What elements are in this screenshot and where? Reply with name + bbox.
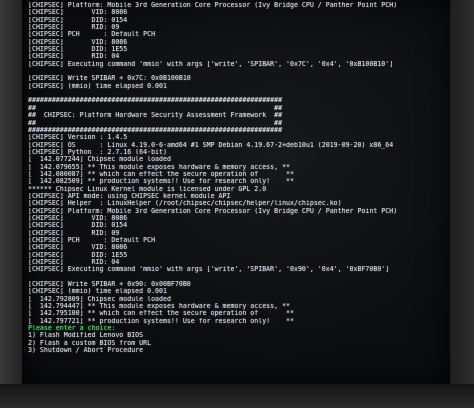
terminal-line: ## ## [28, 119, 283, 127]
terminal-line: [CHIPSEC] DID: 1E55 [28, 251, 128, 259]
terminal-line: [CHIPSEC] Platform: Mobile 3rd Generatio… [28, 207, 398, 215]
terminal-line: [ 142.792809] Chipsec module loaded [28, 295, 171, 303]
terminal-line: [CHIPSEC] (mmio) time elapsed 0.001 [28, 288, 167, 296]
terminal-line: [CHIPSEC] Executing command 'mmio' with … [28, 266, 390, 274]
terminal-line: [CHIPSEC] DID: 0154 [28, 16, 128, 24]
terminal-line: [CHIPSEC] API mode: using CHIPSEC kernel… [28, 192, 231, 200]
terminal-line: [CHIPSEC] RID: 09 [28, 24, 120, 32]
terminal-line: [CHIPSEC] Executing command 'mmio' with … [28, 60, 394, 68]
terminal-line: 2) Flash a custom BIOS from URL [28, 339, 152, 347]
monitor-bottom-edge [0, 384, 474, 408]
terminal-line: [ 142.794447] ** This module exposes har… [28, 303, 291, 311]
terminal-line: ****** Chipsec Linux Kernel module is li… [28, 185, 267, 193]
terminal-line: ########################################… [28, 126, 283, 134]
terminal-screen: [CHIPSEC] Platform: Mobile 3rd Generatio… [22, 0, 450, 384]
terminal-line: [CHIPSEC] VID: 8086 [28, 9, 128, 17]
terminal-line: [CHIPSEC] PCH : Default PCH [28, 31, 156, 39]
terminal-line: [CHIPSEC] DID: 0154 [28, 222, 128, 230]
terminal-line: [CHIPSEC] VID: 8086 [28, 244, 128, 252]
terminal-line: [CHIPSEC] Platform: Mobile 3rd Generatio… [28, 2, 398, 9]
terminal-line: [CHIPSEC] VID: 8086 [28, 214, 128, 222]
terminal-line: [ 142.797721] ** production systems!! Us… [28, 317, 294, 325]
terminal-line: [CHIPSEC] Write SPIBAR + 0x7C: 0x0B100B1… [28, 75, 191, 83]
terminal-line: [ 142.077244] Chipsec module loaded [28, 156, 171, 164]
terminal-line: [CHIPSEC] Write SPIBAR + 0x90: 0x00BF70B… [28, 281, 191, 289]
terminal-output: [CHIPSEC] Platform: Mobile 3rd Generatio… [28, 2, 446, 355]
terminal-line: [CHIPSEC] (mmio) time elapsed 0.001 [28, 82, 167, 90]
terminal-line: [CHIPSEC] DID: 1E55 [28, 46, 128, 54]
terminal-line: [CHIPSEC] RID: 04 [28, 259, 120, 267]
terminal-line: [ 142.082509] ** production systems!! Us… [28, 178, 294, 186]
terminal-line: [CHIPSEC] OS : Linux 4.19.0-6-amd64 #1 S… [28, 141, 394, 149]
terminal-line: [CHIPSEC] VID: 8086 [28, 38, 128, 46]
terminal-line: [ 142.079655] ** This module exposes har… [28, 163, 291, 171]
terminal-line: ## ## [28, 104, 283, 112]
terminal-line: [CHIPSEC] RID: 04 [28, 53, 120, 61]
terminal-line: [CHIPSEC] Helper : LinuxHelper (/root/ch… [28, 200, 342, 208]
terminal-line: [ 142.080087] ** which can effect the se… [28, 170, 294, 178]
terminal-line: ########################################… [28, 97, 283, 105]
terminal-line: [CHIPSEC] Version : 1.4.5 [28, 134, 128, 142]
terminal-line: [CHIPSEC] RID: 09 [28, 229, 120, 237]
terminal-line: [ 142.795100] ** which can effect the se… [28, 310, 294, 318]
terminal-line: [CHIPSEC] Python : 2.7.16 (64-bit) [28, 148, 167, 156]
terminal-line: 1) Flash Modified Lenovo BIOS [28, 332, 144, 340]
terminal-line: ## CHIPSEC: Platform Hardware Security A… [28, 112, 283, 120]
terminal-line: 3) Shutdown / Abort Procedure [28, 347, 144, 355]
menu-prompt: Please enter a choice: [28, 325, 116, 333]
terminal-line: [CHIPSEC] PCH : Default PCH [28, 237, 156, 244]
